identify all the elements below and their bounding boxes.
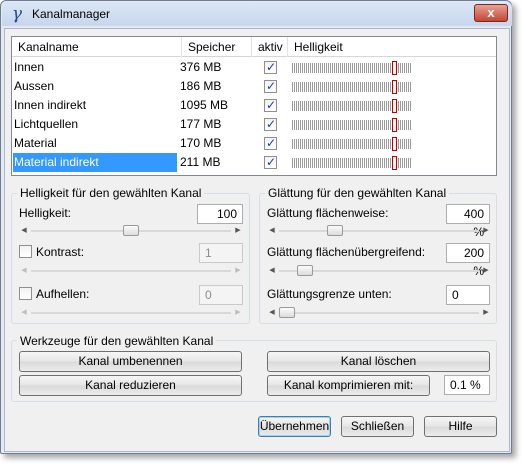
brighten-label: Aufhellen: xyxy=(36,287,90,301)
channel-brightness-thumb[interactable] xyxy=(392,99,397,113)
channel-active-checkbox[interactable] xyxy=(264,79,277,93)
contrast-label: Kontrast: xyxy=(36,245,85,259)
channel-brightness-slider[interactable] xyxy=(292,60,412,76)
channel-active-checkbox[interactable] xyxy=(264,60,277,74)
channel-row[interactable]: Aussen 186 MB xyxy=(12,77,496,96)
channel-row[interactable]: Material 170 MB xyxy=(12,134,496,153)
cross-smoothing-thumb[interactable] xyxy=(297,265,314,276)
channel-brightness-thumb[interactable] xyxy=(392,156,397,170)
channel-name[interactable]: Aussen xyxy=(13,77,177,96)
channel-brightness-thumb[interactable] xyxy=(392,118,397,132)
channel-brightness-thumb[interactable] xyxy=(392,137,397,151)
scroll-right-arrow-icon: ▶ xyxy=(235,267,241,274)
scroll-right-arrow-icon[interactable]: ▶ xyxy=(481,264,491,278)
channel-brightness-slider[interactable] xyxy=(292,155,412,171)
channel-memory: 186 MB xyxy=(180,79,222,93)
title-bar[interactable]: γ Kanalmanager x xyxy=(2,2,512,26)
smoothing-limit-thumb[interactable] xyxy=(279,307,295,318)
channel-memory: 1095 MB xyxy=(180,98,229,112)
channel-brightness-slider[interactable] xyxy=(292,79,412,95)
brightness-group-title: Helligkeit für den gewählten Kanal xyxy=(17,186,205,200)
contrast-slider[interactable]: ◀ ▶ xyxy=(19,264,243,278)
channel-name[interactable]: Innen indirekt xyxy=(13,96,177,115)
channel-brightness-slider[interactable] xyxy=(292,98,412,114)
cross-smoothing-input[interactable]: 200 % xyxy=(446,243,490,278)
scroll-right-arrow-icon[interactable]: ▶ xyxy=(233,224,243,238)
column-header-name[interactable]: Kanalname xyxy=(12,37,182,57)
scroll-left-arrow-icon: ◀ xyxy=(21,267,27,274)
smoothing-group-title: Glättung für den gewählten Kanal xyxy=(265,186,450,200)
scroll-left-arrow-icon[interactable]: ◀ xyxy=(267,264,277,278)
scroll-right-arrow-icon: ▶ xyxy=(235,309,241,316)
channel-row[interactable]: Material indirekt 211 MB xyxy=(12,153,496,172)
channel-name[interactable]: Innen xyxy=(13,58,177,77)
channel-brightness-slider[interactable] xyxy=(292,117,412,133)
channel-memory: 177 MB xyxy=(180,117,222,131)
scroll-right-arrow-icon[interactable]: ▶ xyxy=(481,306,491,320)
scroll-left-arrow-icon[interactable]: ◀ xyxy=(267,224,277,238)
surface-smoothing-input[interactable]: 400 % xyxy=(446,204,490,239)
column-header-active[interactable]: aktiv xyxy=(252,37,288,57)
brighten-slider[interactable]: ◀ ▶ xyxy=(19,306,243,320)
compress-ratio-input[interactable]: 0.1 % xyxy=(444,375,490,395)
brighten-checkbox[interactable] xyxy=(19,287,32,300)
surface-smoothing-label: Glättung flächenweise: xyxy=(267,206,389,220)
close-window-button[interactable]: x xyxy=(474,4,508,22)
smoothing-limit-slider[interactable]: ◀ ▶ xyxy=(267,306,491,320)
channel-list-header: Kanalname Speicher aktiv Helligkeit xyxy=(12,37,496,57)
window-title: Kanalmanager xyxy=(32,7,111,21)
channel-brightness-slider[interactable] xyxy=(292,136,412,152)
contrast-checkbox[interactable] xyxy=(19,245,32,258)
channel-memory: 376 MB xyxy=(180,60,222,74)
brightness-slider[interactable]: ◀ ▶ xyxy=(19,224,243,238)
smoothing-limit-label: Glättungsgrenze unten: xyxy=(267,287,392,301)
channel-active-checkbox[interactable] xyxy=(264,136,277,150)
channel-brightness-thumb[interactable] xyxy=(392,61,397,75)
scroll-left-arrow-icon: ◀ xyxy=(21,309,27,316)
channel-row[interactable]: Innen indirekt 1095 MB xyxy=(12,96,496,115)
app-logo-icon: γ xyxy=(11,4,23,24)
channel-row[interactable]: Innen 376 MB xyxy=(12,58,496,77)
brightness-input[interactable]: 100 xyxy=(197,204,243,224)
channel-active-checkbox[interactable] xyxy=(264,98,277,112)
scroll-right-arrow-icon[interactable]: ▶ xyxy=(481,224,491,238)
channel-name[interactable]: Material indirekt xyxy=(13,153,177,172)
channel-name[interactable]: Lichtquellen xyxy=(13,115,177,134)
brightness-slider-thumb[interactable] xyxy=(123,225,139,236)
channel-memory: 211 MB xyxy=(180,155,221,169)
column-header-brightness[interactable]: Helligkeit xyxy=(288,37,496,57)
channel-list[interactable]: Kanalname Speicher aktiv Helligkeit Inne… xyxy=(11,36,497,176)
channel-row[interactable]: Lichtquellen 177 MB xyxy=(12,115,496,134)
cross-smoothing-label: Glättung flächenübergreifend: xyxy=(267,245,426,259)
smoothing-limit-input[interactable]: 0 xyxy=(446,285,490,305)
brightness-label: Helligkeit: xyxy=(19,206,72,220)
surface-smoothing-slider[interactable]: ◀ ▶ xyxy=(267,224,491,238)
scroll-left-arrow-icon[interactable]: ◀ xyxy=(267,306,277,320)
channel-active-checkbox[interactable] xyxy=(264,155,277,169)
channel-brightness-thumb[interactable] xyxy=(392,80,397,94)
reduce-channel-button[interactable]: Kanal reduzieren xyxy=(19,375,242,396)
tools-group-title: Werkzeuge für den gewählten Kanal xyxy=(17,334,217,348)
contrast-input[interactable]: 1 xyxy=(199,243,243,263)
column-header-memory[interactable]: Speicher xyxy=(182,37,252,57)
rename-channel-button[interactable]: Kanal umbenennen xyxy=(19,351,242,372)
scroll-left-arrow-icon[interactable]: ◀ xyxy=(19,224,29,238)
close-button[interactable]: Schließen xyxy=(341,416,414,437)
channel-memory: 170 MB xyxy=(180,136,222,150)
brighten-input[interactable]: 0 xyxy=(199,285,243,305)
channel-active-checkbox[interactable] xyxy=(264,117,277,131)
help-button[interactable]: Hilfe xyxy=(424,416,497,437)
apply-button[interactable]: Übernehmen xyxy=(258,416,331,437)
delete-channel-button[interactable]: Kanal löschen xyxy=(267,351,490,372)
cross-smoothing-slider[interactable]: ◀ ▶ xyxy=(267,264,491,278)
surface-smoothing-thumb[interactable] xyxy=(326,225,343,236)
compress-channel-button[interactable]: Kanal komprimieren mit: xyxy=(267,375,430,396)
channel-name[interactable]: Material xyxy=(13,134,177,153)
